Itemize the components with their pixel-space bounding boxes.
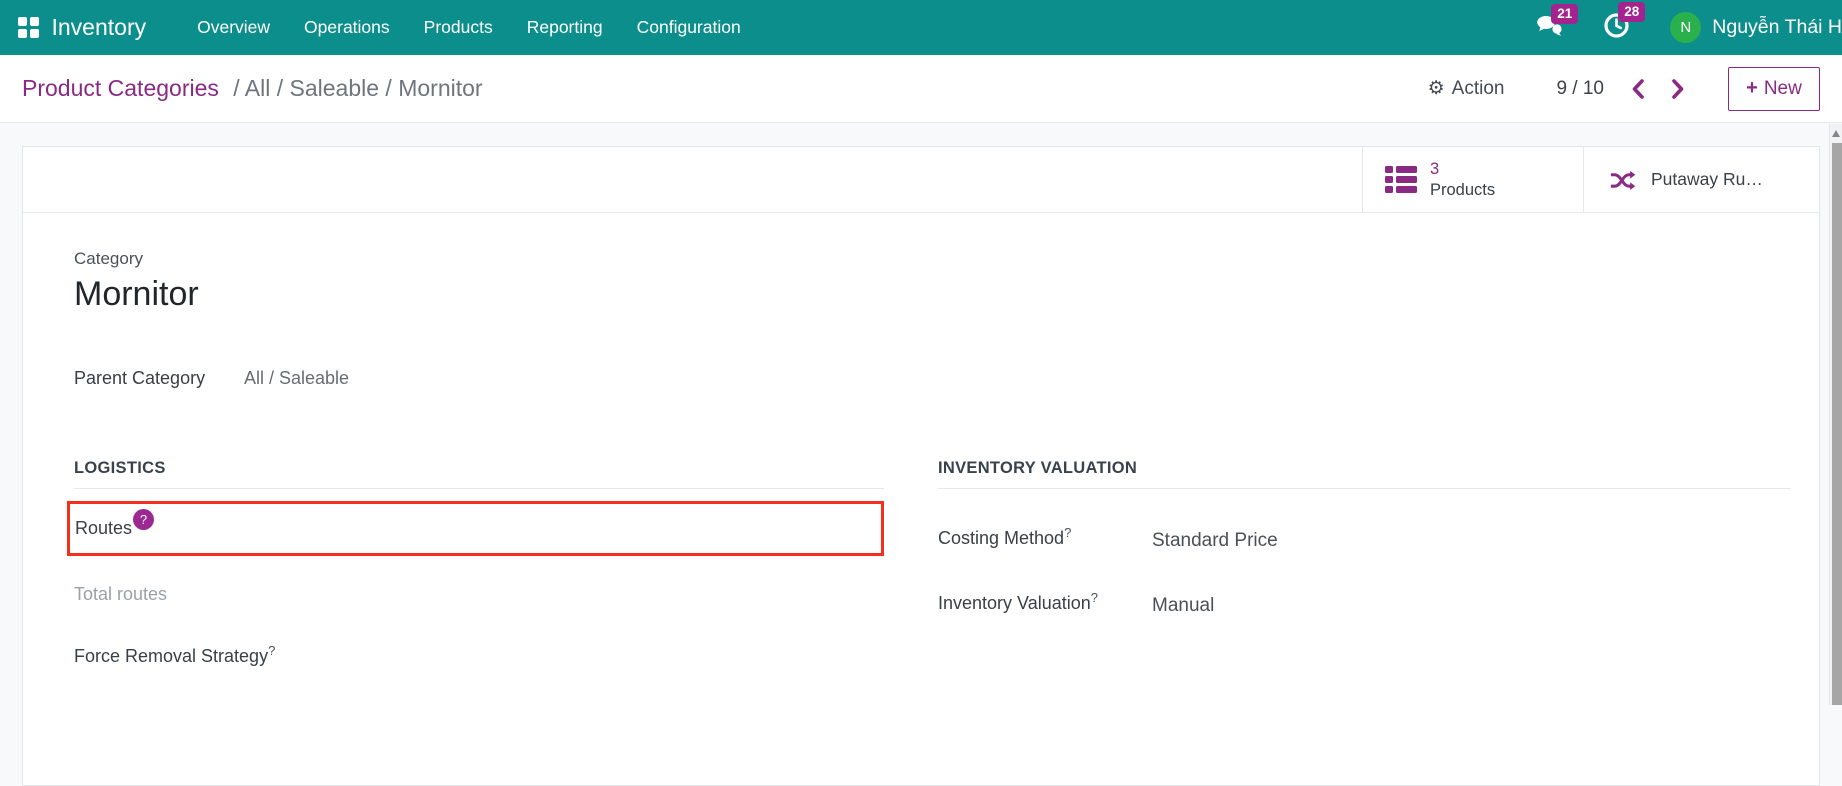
smart-button-putaway-rules[interactable]: Putaway Ru… — [1583, 147, 1819, 212]
inventory-valuation-title: INVENTORY VALUATION — [938, 459, 1791, 489]
routes-field[interactable]: Routes ? — [67, 501, 884, 556]
shuffle-icon — [1610, 170, 1636, 190]
control-panel-right: ⚙ Action 9 / 10 + New — [1428, 66, 1820, 111]
costing-method-label: Costing Method? — [938, 525, 1072, 548]
smart-button-products-text: 3 Products — [1430, 159, 1495, 200]
parent-category-row: Parent Category All / Saleable — [74, 368, 1805, 389]
nav-item-products[interactable]: Products — [407, 17, 510, 38]
new-button[interactable]: + New — [1728, 66, 1820, 111]
inventory-valuation-label: Inventory Valuation? — [938, 590, 1098, 613]
activities-button[interactable]: 28 — [1603, 1, 1646, 44]
top-navbar: Inventory Overview Operations Products R… — [0, 0, 1842, 55]
logistics-section: LOGISTICS Routes ? Total routes Force Re… — [67, 459, 884, 667]
form-sheet: 3 Products Putaway Ru… Category Mornitor… — [22, 146, 1820, 786]
action-menu-button[interactable]: ⚙ Action — [1428, 78, 1505, 100]
costing-method-value[interactable]: Standard Price — [1152, 525, 1278, 552]
products-label: Products — [1430, 180, 1496, 199]
nav-item-configuration[interactable]: Configuration — [620, 17, 758, 38]
routes-help-icon[interactable]: ? — [133, 509, 155, 530]
parent-category-value[interactable]: All / Saleable — [244, 368, 349, 389]
category-name-field[interactable]: Mornitor — [74, 275, 1805, 314]
messages-button[interactable]: 21 — [1536, 3, 1579, 42]
new-button-label: New — [1763, 77, 1802, 99]
putaway-rules-label: Putaway Ru… — [1651, 169, 1763, 189]
apps-grid-icon[interactable] — [18, 17, 39, 38]
force-removal-strategy-row[interactable]: Force Removal Strategy? — [74, 643, 884, 667]
costing-method-row: Costing Method? Standard Price — [938, 525, 1791, 552]
app-title[interactable]: Inventory — [52, 14, 147, 41]
pager-value[interactable]: 9 / 10 — [1556, 78, 1604, 100]
logistics-title: LOGISTICS — [74, 459, 884, 489]
breadcrumb-product-categories[interactable]: Product Categories — [22, 75, 219, 101]
form-columns: LOGISTICS Routes ? Total routes Force Re… — [67, 459, 1805, 667]
navbar-systray: 21 28 N Nguyễn Thái H — [1536, 1, 1842, 44]
scrollbar-up-arrow[interactable] — [1832, 130, 1840, 137]
action-label: Action — [1451, 77, 1505, 99]
chevron-right-icon — [1672, 78, 1684, 99]
inventory-valuation-help-icon[interactable]: ? — [1091, 590, 1098, 605]
vertical-scrollbar[interactable] — [1829, 124, 1842, 705]
force-removal-help-icon[interactable]: ? — [268, 643, 275, 658]
user-name[interactable]: Nguyễn Thái H — [1712, 16, 1842, 39]
inventory-valuation-value[interactable]: Manual — [1152, 590, 1214, 617]
scrollbar-thumb[interactable] — [1832, 143, 1842, 705]
breadcrumb-current: / All / Saleable / Mornitor — [233, 75, 483, 101]
nav-item-operations[interactable]: Operations — [287, 17, 407, 38]
total-routes-label: Total routes — [74, 584, 168, 604]
parent-category-label: Parent Category — [74, 368, 206, 388]
list-icon — [1385, 166, 1417, 193]
chevron-left-icon — [1632, 78, 1644, 99]
control-panel: Product Categories / All / Saleable / Mo… — [0, 55, 1842, 123]
force-removal-strategy-label: Force Removal Strategy — [74, 646, 269, 666]
gear-icon: ⚙ — [1427, 78, 1445, 99]
content-area: 3 Products Putaway Ru… Category Mornitor… — [0, 124, 1842, 786]
pager-previous-button[interactable] — [1630, 78, 1645, 100]
plus-icon: + — [1746, 77, 1758, 99]
category-field-label: Category — [74, 249, 143, 268]
activities-count-badge: 28 — [1618, 1, 1646, 22]
inventory-valuation-row: Inventory Valuation? Manual — [938, 590, 1791, 617]
nav-item-reporting[interactable]: Reporting — [510, 17, 620, 38]
breadcrumb: Product Categories / All / Saleable / Mo… — [22, 75, 483, 102]
smart-button-box: 3 Products Putaway Ru… — [23, 147, 1819, 213]
pager-next-button[interactable] — [1671, 78, 1686, 100]
costing-method-help-icon[interactable]: ? — [1064, 525, 1071, 540]
products-count: 3 — [1430, 159, 1440, 178]
messages-count-badge: 21 — [1551, 3, 1579, 24]
nav-item-overview[interactable]: Overview — [180, 17, 287, 38]
smart-button-products[interactable]: 3 Products — [1362, 147, 1583, 212]
user-avatar[interactable]: N — [1670, 12, 1702, 43]
inventory-valuation-section: INVENTORY VALUATION Costing Method? Stan… — [938, 459, 1805, 667]
routes-label: Routes — [75, 518, 133, 538]
form-body: Category Mornitor Parent Category All / … — [23, 213, 1819, 667]
